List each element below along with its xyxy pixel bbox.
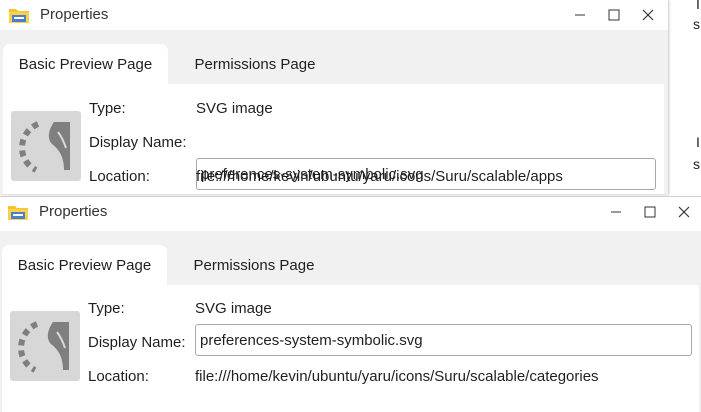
type-label: Type: [89, 100, 126, 117]
tab-area: Basic Preview Page Permissions Page Type… [0, 231, 701, 412]
maximize-button[interactable] [636, 199, 664, 225]
window-title: Properties [39, 203, 108, 220]
file-preview [10, 311, 80, 381]
properties-dialog: Properties Basic Preview Page Permission… [0, 0, 669, 194]
preferences-system-icon [17, 321, 69, 373]
close-button[interactable] [670, 199, 698, 225]
folder-icon [8, 4, 30, 26]
tab-page-content: Type: SVG image Display Name: Location: … [2, 285, 699, 412]
preferences-system-icon [18, 121, 70, 173]
tab-permissions[interactable]: Permissions Page [171, 245, 337, 285]
display-name-field[interactable] [195, 324, 692, 356]
tab-basic-preview[interactable]: Basic Preview Page [2, 245, 167, 285]
location-label: Location: [89, 168, 150, 185]
background-text-fragment: s [693, 16, 700, 32]
background-text-fragment: s [693, 156, 700, 172]
tab-area: Basic Preview Page Permissions Page Type… [0, 30, 668, 194]
background-text-fragment: I [696, 0, 700, 12]
minimize-icon [575, 14, 585, 16]
properties-dialog: Properties Basic Preview Page Permission… [0, 196, 701, 412]
type-label: Type: [88, 300, 125, 317]
tab-basic-preview[interactable]: Basic Preview Page [3, 44, 168, 84]
maximize-icon [644, 206, 656, 218]
close-icon [642, 9, 654, 21]
type-value: SVG image [195, 300, 272, 317]
minimize-icon [611, 211, 621, 213]
type-value: SVG image [196, 100, 273, 117]
minimize-button[interactable] [602, 199, 630, 225]
minimize-button[interactable] [566, 2, 594, 28]
close-button[interactable] [634, 2, 662, 28]
location-value: file:///home/kevin/ubuntu/yaru/icons/Sur… [195, 368, 599, 385]
maximize-icon [608, 9, 620, 21]
tab-page-content: Type: SVG image Display Name: Location: … [3, 84, 664, 194]
display-name-label: Display Name: [88, 334, 186, 351]
close-icon [678, 206, 690, 218]
location-value: file:///home/kevin/ubuntu/yaru/icons/Sur… [196, 168, 563, 185]
location-label: Location: [88, 368, 149, 385]
file-preview [11, 111, 81, 181]
window-title: Properties [40, 6, 109, 23]
maximize-button[interactable] [600, 2, 628, 28]
background-text-fragment: I [696, 134, 700, 150]
title-bar[interactable]: Properties [0, 197, 701, 227]
tab-permissions[interactable]: Permissions Page [172, 44, 338, 84]
title-bar[interactable]: Properties [0, 0, 668, 30]
folder-icon [7, 201, 29, 223]
display-name-label: Display Name: [89, 134, 187, 151]
